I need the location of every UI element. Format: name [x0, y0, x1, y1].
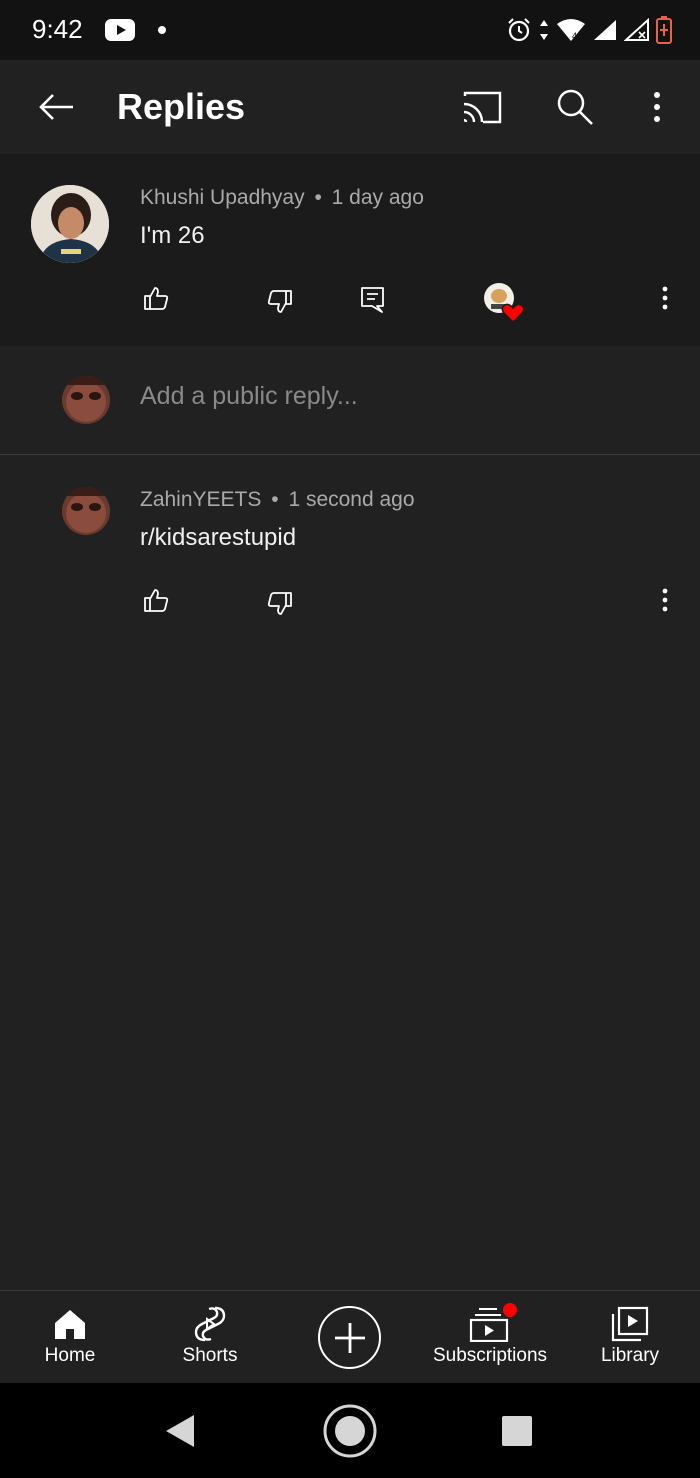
reply-author[interactable]: ZahinYEETS: [140, 488, 261, 511]
reply-icon: [361, 287, 384, 313]
comment-meta: Khushi Upadhyay • 1 day ago: [140, 186, 424, 210]
wifi-icon: 4: [557, 19, 585, 41]
avatar[interactable]: [62, 487, 110, 535]
status-icons: 4: [506, 14, 672, 46]
meta-separator: •: [314, 186, 322, 209]
system-home-button[interactable]: [322, 1403, 378, 1459]
system-back-button[interactable]: [160, 1411, 200, 1451]
creator-heart-badge: [482, 280, 528, 326]
notification-dot-icon: [158, 26, 166, 34]
more-vert-icon: [662, 286, 668, 310]
nav-label: Library: [600, 1345, 660, 1366]
status-bar: 9:42 4: [0, 0, 700, 60]
shorts-icon: [193, 1305, 227, 1343]
comment-more-button[interactable]: [645, 278, 685, 318]
svg-text:4: 4: [572, 31, 577, 41]
back-arrow-icon[interactable]: [33, 84, 79, 130]
reply-age[interactable]: 1 second ago: [288, 488, 414, 511]
status-time: 9:42: [32, 14, 83, 44]
user-avatar: [62, 376, 110, 424]
reply-input[interactable]: [140, 382, 660, 411]
bottom-nav: Home Shorts Subscriptions Library: [0, 1290, 700, 1383]
reply-more-button[interactable]: [645, 580, 685, 620]
alarm-icon: [508, 18, 530, 42]
reply-meta: ZahinYEETS • 1 second ago: [140, 488, 415, 512]
like-icon: [144, 589, 169, 612]
create-button[interactable]: [318, 1306, 381, 1369]
comment-age[interactable]: 1 day ago: [332, 186, 424, 209]
reply-item: ZahinYEETS • 1 second ago r/kidsarestupi…: [0, 456, 700, 636]
like-icon: [144, 287, 169, 310]
dislike-button[interactable]: [260, 282, 300, 322]
reply-box: [0, 346, 700, 455]
like-button[interactable]: [136, 278, 176, 318]
nav-home[interactable]: Home: [20, 1291, 120, 1384]
nav-label: Shorts: [182, 1345, 238, 1366]
more-vert-icon: [662, 588, 668, 612]
parent-comment: Khushi Upadhyay • 1 day ago I'm 26: [0, 154, 700, 346]
comment-author[interactable]: Khushi Upadhyay: [140, 186, 305, 209]
battery-icon: [656, 16, 672, 44]
create-plus-icon: [334, 1322, 365, 1353]
signal-no-sim-icon: [624, 18, 649, 41]
nav-label: Home: [44, 1345, 96, 1366]
search-icon[interactable]: [552, 84, 598, 130]
cast-icon[interactable]: [459, 84, 505, 130]
creator-heart-icon: [484, 283, 525, 324]
nav-subscriptions[interactable]: Subscriptions: [425, 1291, 555, 1384]
nav-library[interactable]: Library: [580, 1291, 680, 1384]
reply-text: r/kidsarestupid: [140, 524, 297, 551]
avatar[interactable]: [31, 185, 109, 263]
square-recents-icon: [502, 1416, 532, 1446]
nav-shorts[interactable]: Shorts: [160, 1291, 260, 1384]
home-icon: [53, 1305, 87, 1343]
page-title: Replies: [117, 86, 246, 127]
system-nav-bar: [0, 1383, 700, 1478]
comment-text: I'm 26: [140, 222, 205, 249]
data-arrows-icon: [540, 20, 548, 40]
reply-button[interactable]: [353, 280, 393, 320]
youtube-icon: [105, 19, 135, 41]
like-button[interactable]: [136, 580, 176, 620]
system-recents-button[interactable]: [500, 1414, 534, 1448]
library-icon: [611, 1305, 649, 1343]
triangle-back-icon: [166, 1415, 194, 1447]
signal-icon: [594, 20, 616, 40]
more-vert-icon[interactable]: [634, 84, 680, 130]
dislike-icon: [267, 290, 292, 313]
dislike-button[interactable]: [260, 584, 300, 624]
app-bar: Replies: [0, 60, 700, 154]
nav-label: Subscriptions: [432, 1345, 548, 1366]
notification-badge: [503, 1303, 517, 1317]
meta-separator: •: [271, 488, 279, 511]
subscriptions-icon: [469, 1303, 517, 1343]
dislike-icon: [267, 592, 292, 615]
circle-home-icon: [323, 1404, 377, 1458]
